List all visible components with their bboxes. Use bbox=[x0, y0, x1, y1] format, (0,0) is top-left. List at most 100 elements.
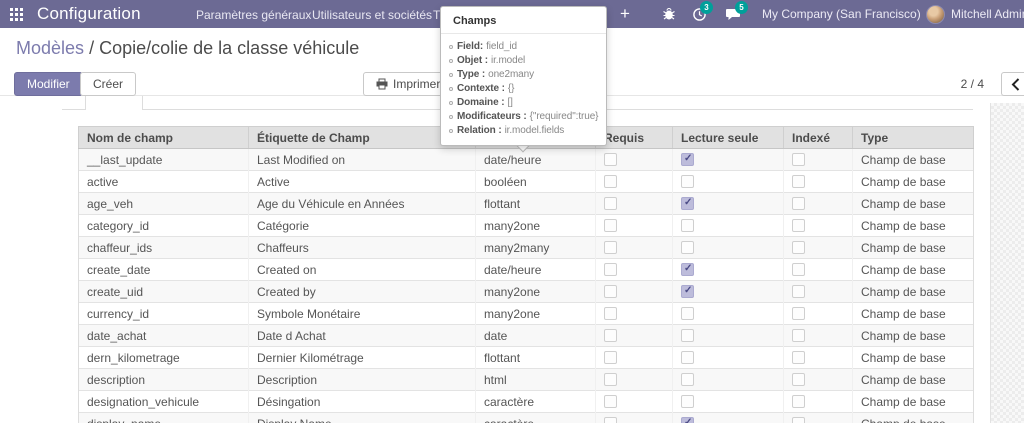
activities-badge: 3 bbox=[700, 1, 713, 14]
column-header-6[interactable]: Type bbox=[852, 126, 974, 149]
table-row[interactable]: designation_vehicule Désingation caractère… bbox=[78, 390, 974, 413]
lecture-seule-checkbox[interactable] bbox=[681, 307, 694, 320]
lecture-seule-checkbox[interactable] bbox=[681, 241, 694, 254]
table-row[interactable]: active Active booléen Champ de base bbox=[78, 170, 974, 193]
indexe-checkbox[interactable] bbox=[792, 329, 805, 342]
table-row[interactable]: create_dateCreated ondate/heure Champ de … bbox=[78, 258, 974, 281]
popover-item: Modificateurs : {"required":true} bbox=[449, 110, 602, 124]
apps-grid-icon[interactable] bbox=[10, 8, 23, 21]
column-header-5[interactable]: Indexé bbox=[783, 126, 853, 149]
cell-lecture-seule bbox=[672, 148, 784, 171]
requis-checkbox[interactable] bbox=[604, 307, 617, 320]
cell-requis bbox=[595, 324, 673, 347]
table-row[interactable]: display_nameDisplay Namecaractère Champ d… bbox=[78, 412, 974, 423]
printer-icon bbox=[376, 78, 388, 90]
cell-state: Champ de base bbox=[852, 302, 974, 325]
edit-button[interactable]: Modifier bbox=[14, 72, 83, 96]
menu-item-0[interactable]: Paramètres généraux bbox=[196, 8, 311, 22]
quick-create-button[interactable]: + bbox=[620, 0, 630, 28]
cell-state: Champ de base bbox=[852, 368, 974, 391]
table-row[interactable]: age_veh Age du Véhicule en Années flottant… bbox=[78, 192, 974, 215]
debug-button[interactable] bbox=[660, 0, 678, 28]
lecture-seule-checkbox[interactable] bbox=[681, 175, 694, 188]
indexe-checkbox[interactable] bbox=[792, 175, 805, 188]
company-switcher[interactable]: My Company (San Francisco) bbox=[762, 0, 921, 28]
lecture-seule-checkbox[interactable] bbox=[681, 373, 694, 386]
requis-checkbox[interactable] bbox=[604, 219, 617, 232]
indexe-checkbox[interactable] bbox=[792, 307, 805, 320]
lecture-seule-checkbox[interactable] bbox=[681, 197, 694, 210]
menu-item-1[interactable]: Utilisateurs et sociétés bbox=[312, 8, 432, 22]
indexe-checkbox[interactable] bbox=[792, 263, 805, 276]
requis-checkbox[interactable] bbox=[604, 417, 617, 423]
cell-requis bbox=[595, 390, 673, 413]
pager-previous-button[interactable] bbox=[1001, 72, 1024, 96]
cell-lecture-seule bbox=[672, 280, 784, 303]
table-row[interactable]: create_uidCreated bymany2one Champ de bas… bbox=[78, 280, 974, 303]
indexe-checkbox[interactable] bbox=[792, 197, 805, 210]
requis-checkbox[interactable] bbox=[604, 351, 617, 364]
column-header-3[interactable]: Requis bbox=[595, 126, 673, 149]
bullet-icon bbox=[449, 129, 453, 133]
messages-button[interactable]: 5 bbox=[725, 0, 748, 28]
requis-checkbox[interactable] bbox=[604, 175, 617, 188]
lecture-seule-checkbox[interactable] bbox=[681, 153, 694, 166]
lecture-seule-checkbox[interactable] bbox=[681, 219, 694, 232]
lecture-seule-checkbox[interactable] bbox=[681, 395, 694, 408]
popover-item: Field: field_id bbox=[449, 40, 602, 54]
requis-checkbox[interactable] bbox=[604, 373, 617, 386]
table-row[interactable]: category_id Catégorie many2one Champ de bas… bbox=[78, 214, 974, 237]
fields-list: Nom de champÉtiquette de ChampType du ch… bbox=[78, 126, 974, 423]
cell-label: Date d Achat bbox=[248, 324, 476, 347]
cell-ttype: many2one bbox=[475, 214, 596, 237]
requis-checkbox[interactable] bbox=[604, 153, 617, 166]
popover-item-label: Type : bbox=[457, 69, 486, 80]
requis-checkbox[interactable] bbox=[604, 329, 617, 342]
cell-requis bbox=[595, 258, 673, 281]
indexe-checkbox[interactable] bbox=[792, 417, 805, 423]
lecture-seule-checkbox[interactable] bbox=[681, 417, 694, 423]
requis-checkbox[interactable] bbox=[604, 263, 617, 276]
cell-indexe bbox=[783, 368, 853, 391]
user-menu[interactable]: Mitchell Admin ( bbox=[926, 0, 1024, 28]
indexe-checkbox[interactable] bbox=[792, 153, 805, 166]
create-button[interactable]: Créer bbox=[80, 72, 137, 96]
fields-table: Nom de champÉtiquette de ChampType du ch… bbox=[78, 126, 974, 423]
column-header-4[interactable]: Lecture seule bbox=[672, 126, 784, 149]
lecture-seule-checkbox[interactable] bbox=[681, 351, 694, 364]
indexe-checkbox[interactable] bbox=[792, 395, 805, 408]
indexe-checkbox[interactable] bbox=[792, 351, 805, 364]
popover-item-label: Domaine : bbox=[457, 97, 505, 108]
tab-champs[interactable] bbox=[85, 96, 143, 110]
requis-checkbox[interactable] bbox=[604, 395, 617, 408]
popover-item-label: Modificateurs : bbox=[457, 111, 527, 122]
bullet-icon bbox=[449, 59, 453, 63]
cell-indexe bbox=[783, 236, 853, 259]
column-header-0[interactable]: Nom de champ bbox=[78, 126, 249, 149]
table-row[interactable]: dern_kilometrage Dernier Kilométrage flott… bbox=[78, 346, 974, 369]
activities-button[interactable]: 3 bbox=[690, 0, 713, 28]
requis-checkbox[interactable] bbox=[604, 241, 617, 254]
table-row[interactable]: chaffeur_ids Chaffeurs many2many Champ de b… bbox=[78, 236, 974, 259]
cell-state: Champ de base bbox=[852, 258, 974, 281]
lecture-seule-checkbox[interactable] bbox=[681, 329, 694, 342]
avatar bbox=[926, 4, 945, 24]
lecture-seule-checkbox[interactable] bbox=[681, 263, 694, 276]
table-row[interactable]: currency_id Symbole Monétaire many2one Cham… bbox=[78, 302, 974, 325]
requis-checkbox[interactable] bbox=[604, 285, 617, 298]
app-title[interactable]: Configuration bbox=[37, 4, 141, 24]
indexe-checkbox[interactable] bbox=[792, 373, 805, 386]
cell-state: Champ de base bbox=[852, 148, 974, 171]
lecture-seule-checkbox[interactable] bbox=[681, 285, 694, 298]
indexe-checkbox[interactable] bbox=[792, 241, 805, 254]
breadcrumb-parent-link[interactable]: Modèles bbox=[16, 38, 84, 58]
table-row[interactable]: date_achat Date d Achat date Champ de base bbox=[78, 324, 974, 347]
table-row[interactable]: description Description html Champ de base bbox=[78, 368, 974, 391]
indexe-checkbox[interactable] bbox=[792, 219, 805, 232]
requis-checkbox[interactable] bbox=[604, 197, 617, 210]
popover-item-value: ir.model.fields bbox=[504, 125, 565, 136]
indexe-checkbox[interactable] bbox=[792, 285, 805, 298]
outside-window-checker bbox=[990, 103, 1024, 423]
table-row[interactable]: __last_updateLast Modified ondate/heure C… bbox=[78, 148, 974, 171]
cell-lecture-seule bbox=[672, 192, 784, 215]
